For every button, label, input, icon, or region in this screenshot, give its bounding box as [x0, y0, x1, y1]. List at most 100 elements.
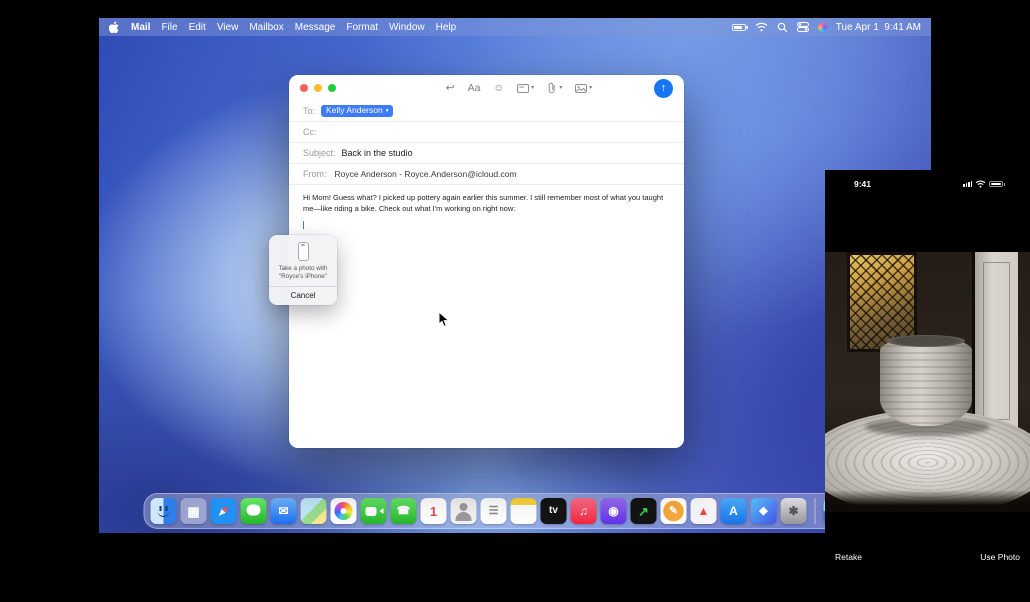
appstore-icon: A: [729, 505, 738, 517]
calendar-icon: 1: [430, 505, 437, 518]
dock-safari[interactable]: [211, 498, 237, 524]
dock-mail[interactable]: ✉: [271, 498, 297, 524]
cc-field[interactable]: Cc:: [289, 122, 684, 143]
search-icon[interactable]: [777, 22, 788, 33]
dock-shortcuts[interactable]: ◆: [751, 498, 777, 524]
freeform-icon: ✎: [669, 506, 678, 517]
send-arrow-icon: ↑: [661, 82, 667, 94]
text-cursor: [303, 221, 304, 229]
iphone-clock: 9:41: [854, 179, 871, 189]
popup-prompt-line1: Take a photo with: [269, 265, 337, 273]
retake-button[interactable]: Retake: [835, 552, 862, 562]
close-button[interactable]: [300, 84, 308, 92]
from-value: Royce Anderson - Royce.Anderson@icloud.c…: [335, 169, 517, 179]
apple-logo-icon: [109, 21, 120, 34]
paperclip-icon: [547, 82, 557, 94]
studio-door: [972, 252, 1018, 430]
dock-facetime[interactable]: [361, 498, 387, 524]
phone-icon: ☎: [397, 506, 411, 517]
dock-freeform[interactable]: ✎: [661, 498, 687, 524]
body-text: Hi Mom! Guess what? I picked up pottery …: [303, 193, 670, 215]
dock-phone[interactable]: ☎: [391, 498, 417, 524]
settings-icon: ✱: [788, 505, 798, 517]
dock-separator: [815, 498, 816, 524]
undo-button[interactable]: ↩: [446, 83, 455, 94]
zoom-button[interactable]: [328, 84, 336, 92]
dock-finder[interactable]: [151, 498, 177, 524]
dock-reminders[interactable]: ☰: [481, 498, 507, 524]
tv-icon: tv: [549, 506, 558, 516]
mouse-cursor: [438, 311, 450, 328]
use-photo-button[interactable]: Use Photo: [980, 552, 1020, 562]
menu-edit[interactable]: Edit: [189, 22, 206, 33]
rocket-icon: ▲: [698, 505, 710, 517]
media-button[interactable]: ▾: [575, 84, 592, 93]
window-controls: [300, 84, 336, 92]
from-field[interactable]: From: Royce Anderson - Royce.Anderson@ic…: [289, 164, 684, 185]
shortcuts-icon: ◆: [759, 506, 767, 517]
menu-message[interactable]: Message: [295, 22, 336, 33]
dock-tv[interactable]: tv: [541, 498, 567, 524]
menu-view[interactable]: View: [217, 22, 239, 33]
dock-music[interactable]: ♫: [571, 498, 597, 524]
menubar-menus: File Edit View Mailbox Message Format Window He…: [161, 22, 456, 33]
cancel-button[interactable]: Cancel: [269, 286, 337, 305]
iphone-icon: [298, 242, 309, 261]
siri-icon[interactable]: [818, 23, 827, 32]
wheel-base: [825, 490, 1030, 512]
menu-window[interactable]: Window: [389, 22, 425, 33]
menu-app-name[interactable]: Mail: [131, 22, 150, 33]
recipient-name: Kelly Anderson: [326, 106, 383, 115]
menu-format[interactable]: Format: [346, 22, 378, 33]
dock-calendar[interactable]: 1: [421, 498, 447, 524]
menu-file[interactable]: File: [161, 22, 177, 33]
apple-menu[interactable]: [109, 21, 120, 34]
dock-maps[interactable]: [301, 498, 327, 524]
dock-rocket[interactable]: ▲: [691, 498, 717, 524]
emoji-button[interactable]: ☺: [493, 83, 504, 94]
wifi-icon: [975, 180, 986, 188]
menu-bar: Mail File Edit View Mailbox Message Format Win…: [99, 18, 931, 36]
dock-photos[interactable]: [331, 498, 357, 524]
dock-notes[interactable]: [511, 498, 537, 524]
clay-pot: [880, 338, 972, 426]
dock-podcasts[interactable]: ◉: [601, 498, 627, 524]
desktop: Mail File Edit View Mailbox Message Format Win…: [99, 18, 931, 533]
wifi-icon[interactable]: [755, 22, 768, 32]
dock-settings[interactable]: ✱: [781, 498, 807, 524]
minimize-button[interactable]: [314, 84, 322, 92]
subject-field[interactable]: Subject: Back in the studio: [289, 143, 684, 164]
dock-launchpad[interactable]: ▦: [181, 498, 207, 524]
subject-value: Back in the studio: [342, 148, 413, 158]
message-body[interactable]: Hi Mom! Guess what? I picked up pottery …: [289, 185, 684, 237]
to-label: To:: [303, 106, 315, 116]
format-button[interactable]: Aa: [468, 83, 481, 94]
continuity-camera-view: 9:41 Retake Use Photo: [825, 170, 1030, 602]
header-fields-button[interactable]: ▾: [517, 84, 534, 93]
attach-button[interactable]: ▾: [547, 82, 562, 94]
iphone-status-bar: 9:41: [825, 178, 1030, 194]
from-label: From:: [303, 169, 327, 179]
send-button[interactable]: ↑: [654, 79, 673, 98]
subject-label: Subject:: [303, 148, 336, 158]
menu-help[interactable]: Help: [436, 22, 457, 33]
recipient-pill[interactable]: Kelly Anderson ▾: [321, 105, 393, 117]
toolbar-icons: ↩ Aa ☺ ▾ ▾ ▾: [446, 82, 592, 94]
menu-mailbox[interactable]: Mailbox: [249, 22, 283, 33]
chevron-down-icon: ▾: [589, 85, 592, 91]
continuity-camera-popup: Take a photo with “Royce’s iPhone” Cance…: [269, 235, 337, 305]
dock-appstore[interactable]: A: [721, 498, 747, 524]
control-center-icon[interactable]: [797, 22, 809, 32]
reminders-icon: ☰: [489, 506, 499, 517]
battery-icon[interactable]: [732, 24, 746, 31]
menu-bar-clock[interactable]: Tue Apr 1 9:41 AM: [836, 22, 921, 33]
cc-label: Cc:: [303, 127, 317, 137]
launchpad-icon: ▦: [187, 505, 199, 518]
to-field[interactable]: To: Kelly Anderson ▾: [289, 101, 684, 122]
dock-contacts[interactable]: [451, 498, 477, 524]
dock: ▦✉☎1☰tv♫◉↗✎▲A◆✱♺: [144, 493, 887, 529]
photo-icon: [575, 84, 587, 93]
compose-toolbar: ↩ Aa ☺ ▾ ▾ ▾ ↑: [289, 75, 684, 101]
dock-stocks[interactable]: ↗: [631, 498, 657, 524]
dock-messages[interactable]: [241, 498, 267, 524]
